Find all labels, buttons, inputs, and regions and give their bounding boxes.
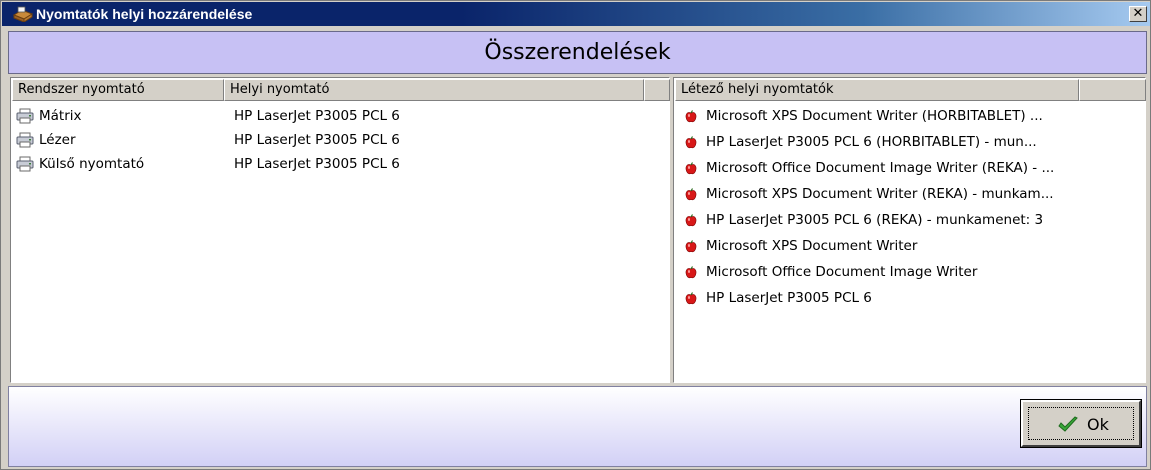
- local-printer-name: HP LaserJet P3005 PCL 6: [234, 156, 400, 172]
- red-apple-icon: [685, 292, 697, 305]
- section-title: Összerendelések: [8, 31, 1147, 74]
- button-bar: Ok: [8, 386, 1147, 467]
- table-row[interactable]: Lézer HP LaserJet P3005 PCL 6: [12, 128, 668, 152]
- table-row[interactable]: Külső nyomtató HP LaserJet P3005 PCL 6: [12, 152, 668, 176]
- column-header-system-printer[interactable]: Rendszer nyomtató: [12, 79, 224, 101]
- assignments-header: Rendszer nyomtató Helyi nyomtató: [12, 79, 670, 101]
- red-apple-icon: [685, 266, 697, 279]
- red-apple-icon: [685, 162, 697, 175]
- red-apple-icon: [685, 188, 697, 201]
- list-item[interactable]: Microsoft XPS Document Writer (REKA) - m…: [675, 182, 1144, 206]
- existing-printers-list[interactable]: Létező helyi nyomtatók Microsoft XPS Doc…: [673, 77, 1146, 383]
- existing-printer-name: Microsoft XPS Document Writer (HORBITABL…: [706, 108, 1043, 124]
- local-printer-name: HP LaserJet P3005 PCL 6: [234, 132, 400, 148]
- dialog-window: Nyomtatók helyi hozzárendelése ✕ Összere…: [0, 0, 1151, 470]
- list-item[interactable]: Microsoft XPS Document Writer (HORBITABL…: [675, 104, 1144, 128]
- red-apple-icon: [685, 136, 697, 149]
- column-header-local-printer[interactable]: Helyi nyomtató: [224, 79, 644, 101]
- existing-printer-name: Microsoft XPS Document Writer: [706, 238, 918, 254]
- table-row[interactable]: Mátrix HP LaserJet P3005 PCL 6: [12, 104, 668, 128]
- existing-printers-rows: Microsoft XPS Document Writer (HORBITABL…: [675, 104, 1144, 381]
- list-item[interactable]: Microsoft XPS Document Writer: [675, 234, 1144, 258]
- existing-printer-name: HP LaserJet P3005 PCL 6 (REKA) - munkame…: [706, 212, 1044, 228]
- column-header-existing-printers[interactable]: Létező helyi nyomtatók: [675, 79, 1079, 101]
- assignments-list[interactable]: Rendszer nyomtató Helyi nyomtató Mátrix …: [10, 77, 670, 383]
- red-apple-icon: [685, 110, 697, 123]
- existing-printer-name: HP LaserJet P3005 PCL 6 (HORBITABLET) - …: [706, 134, 1037, 150]
- ok-button[interactable]: Ok: [1020, 399, 1142, 448]
- printer-icon: [16, 156, 34, 172]
- existing-printer-name: Microsoft XPS Document Writer (REKA) - m…: [706, 186, 1054, 202]
- close-button[interactable]: ✕: [1129, 6, 1147, 22]
- existing-printers-header: Létező helyi nyomtatók: [675, 79, 1146, 101]
- window-title: Nyomtatók helyi hozzárendelése: [36, 6, 253, 22]
- system-printer-name: Lézer: [39, 132, 76, 148]
- list-item[interactable]: HP LaserJet P3005 PCL 6: [675, 286, 1144, 310]
- existing-printer-name: Microsoft Office Document Image Writer (…: [706, 160, 1055, 176]
- printer-icon: [16, 132, 34, 148]
- local-printer-name: HP LaserJet P3005 PCL 6: [234, 108, 400, 124]
- red-apple-icon: [685, 240, 697, 253]
- system-printer-name: Mátrix: [39, 108, 82, 124]
- list-item[interactable]: Microsoft Office Document Image Writer (…: [675, 156, 1144, 180]
- ok-button-label: Ok: [1087, 415, 1109, 434]
- list-item[interactable]: HP LaserJet P3005 PCL 6 (REKA) - munkame…: [675, 208, 1144, 232]
- column-header-filler: [1079, 79, 1146, 101]
- list-item[interactable]: HP LaserJet P3005 PCL 6 (HORBITABLET) - …: [675, 130, 1144, 154]
- red-apple-icon: [685, 214, 697, 227]
- list-item[interactable]: Microsoft Office Document Image Writer: [675, 260, 1144, 284]
- printer-icon: [16, 108, 34, 124]
- green-checkmark-icon: [1058, 416, 1078, 432]
- focus-rectangle: [1028, 407, 1134, 440]
- existing-printer-name: HP LaserJet P3005 PCL 6: [706, 290, 872, 306]
- column-header-filler: [644, 79, 670, 101]
- printer-box-icon: [12, 6, 34, 22]
- close-icon: ✕: [1132, 6, 1144, 21]
- system-printer-name: Külső nyomtató: [39, 156, 145, 172]
- assignments-rows: Mátrix HP LaserJet P3005 PCL 6 Lézer HP …: [12, 104, 668, 381]
- existing-printer-name: Microsoft Office Document Image Writer: [706, 264, 978, 280]
- title-bar[interactable]: Nyomtatók helyi hozzárendelése ✕: [2, 2, 1150, 26]
